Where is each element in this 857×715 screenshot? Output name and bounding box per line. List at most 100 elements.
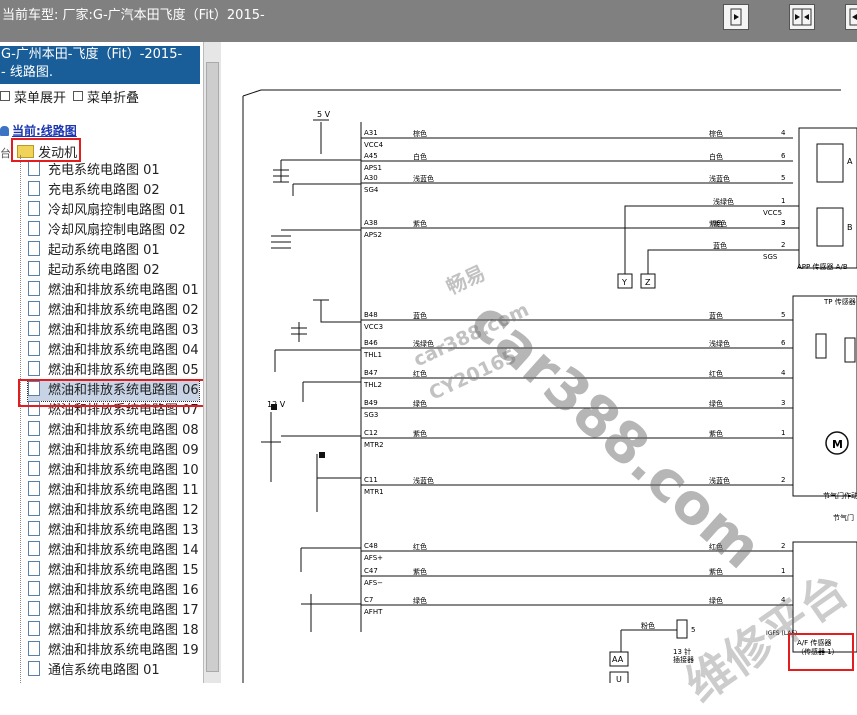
tree-item-label: 燃油和排放系统电路图 14 [48,543,199,558]
document-icon [28,661,40,676]
highlight-box-folder [11,138,81,162]
document-icon [28,161,40,176]
tree-item[interactable]: 燃油和排放系统电路图 11 [28,481,199,501]
pin-id-label: B49 [364,399,378,407]
tree-item[interactable]: 燃油和排放系统电路图 09 [28,441,199,461]
scrollbar-thumb[interactable] [206,62,219,672]
tree-item[interactable]: 冷却风扇控制电路图 02 [28,221,186,241]
split-view-button[interactable] [789,4,815,30]
tree-item[interactable]: 起动系统电路图 02 [28,261,160,281]
menu-collapse-button[interactable]: 菜单折叠 [73,87,139,106]
tree-item[interactable]: 燃油和排放系统电路图 15 [28,561,199,581]
document-icon [28,621,40,636]
tree-item[interactable]: 燃油和排放系统电路图 18 [28,621,199,641]
connector-pin-number: 2 [781,542,785,550]
tree-item[interactable]: 燃油和排放系统电路图 02 [28,301,199,321]
wire-color-left: 白色 [413,152,427,161]
tree-item[interactable]: 燃油和排放系统电路图 01 [28,281,199,301]
tree-item[interactable]: 燃油和排放系统电路图 13 [28,521,199,541]
tree-item-label: 起动系统电路图 01 [48,243,160,258]
connector-pin-number: 1 [781,567,785,575]
connector-y-label: Y [621,278,627,287]
pin-id-label: A31 [364,129,378,137]
pin-id-label: C47 [364,567,378,575]
tree-expander-icon: 台 [0,147,11,160]
tree-item[interactable]: 燃油和排放系统电路图 12 [28,501,199,521]
document-icon [28,561,40,576]
connector-pin-number: 2 [781,476,785,484]
tree-item[interactable]: 燃油和排放系统电路图 16 [28,581,199,601]
document-icon [28,361,40,376]
document-icon [28,521,40,536]
app-wire-pin: 2 [781,241,785,249]
document-icon [28,641,40,656]
tree-item-label: 燃油和排放系统电路图 04 [48,343,199,358]
panel-header: G-广州本田-飞度（Fit）-2015- - 线路图. [0,46,200,84]
wire-color-left: 棕色 [413,129,427,138]
signal-label: AFHT [364,608,383,616]
document-icon [28,461,40,476]
document-icon [28,221,40,236]
collapse-left-icon [849,8,857,26]
document-icon [28,261,40,276]
tree-item[interactable]: 燃油和排放系统电路图 08 [28,421,199,441]
wire-color-left: 红色 [413,369,427,378]
tree-guide-line [20,155,21,683]
menu-expand-label: 菜单展开 [14,91,67,106]
tree-item-label: 通信系统电路图 01 [48,663,160,678]
pin-id-label: B46 [364,339,378,347]
expand-right-icon [730,8,742,26]
tree-item[interactable]: 燃油和排放系统电路图 04 [28,341,199,361]
signal-label: APS1 [364,164,382,172]
tree-item[interactable]: 充电系统电路图 02 [28,181,160,201]
signal-label: MTR2 [364,441,384,449]
tp-sensor-box [792,295,857,497]
pin-id-label: B47 [364,369,378,377]
app-wire-color: 蓝色 [713,241,727,250]
signal-label: AFS− [364,579,383,587]
tree-item-label: 燃油和排放系统电路图 08 [48,423,199,438]
document-icon [28,341,40,356]
tree-item-label: 燃油和排放系统电路图 03 [48,323,199,338]
wire-color-right: 绿色 [709,596,723,605]
connector-aa-label: AA [612,655,624,664]
tree-item-label: 燃油和排放系统电路图 12 [48,503,199,518]
document-icon [28,501,40,516]
expand-icon [0,91,10,101]
tree-item[interactable]: 起动系统电路图 01 [28,241,160,261]
connector-pin-number: 5 [781,174,785,182]
tree-item[interactable]: 燃油和排放系统电路图 19 [28,641,199,661]
wire-color-left: 浅绿色 [413,339,434,348]
expand-right-button[interactable] [723,4,749,30]
signal-label: MTR1 [364,488,384,496]
signal-label: AFS+ [364,554,383,562]
signal-label: SG3 [364,411,378,419]
tree-item[interactable]: 冷却风扇控制电路图 01 [28,201,186,221]
tree-item[interactable]: 燃油和排放系统电路图 03 [28,321,199,341]
wire-color-right: 白色 [709,152,723,161]
tree-item[interactable]: 燃油和排放系统电路图 10 [28,461,199,481]
tree-item[interactable]: 燃油和排放系统电路图 05 [28,361,199,381]
app-a-label: A [847,157,853,166]
app-wire-signal: VCC5 [763,209,782,217]
tree-item-label: 燃油和排放系统电路图 05 [48,363,199,378]
document-icon [28,241,40,256]
tree-item-label: 充电系统电路图 01 [48,163,160,178]
tree-item[interactable]: 充电系统电路图 01 [28,161,160,181]
tree-item-label: 燃油和排放系统电路图 02 [48,303,199,318]
tree-item-label: 燃油和排放系统电路图 16 [48,583,199,598]
collapse-left-button[interactable] [845,4,857,30]
voltage-5v-label: 5 V [317,110,331,119]
app-wire-color: 紫色 [713,219,727,228]
tree-item[interactable]: 燃油和排放系统电路图 17 [28,601,199,621]
left-panel-scrollbar[interactable] [203,42,221,683]
pin-id-label: A38 [364,219,378,227]
panel-header-line2: - 线路图. [1,65,53,80]
tree-item[interactable]: 通信系统电路图 01 [28,661,160,681]
connector-pin-number: 3 [781,399,785,407]
menu-expand-button[interactable]: 菜单展开 [0,87,66,106]
tree-item[interactable]: 燃油和排放系统电路图 14 [28,541,199,561]
pin13-label1: 13 针 [673,647,691,656]
current-node-link[interactable]: 当前:线路图 [0,122,77,139]
document-icon [28,481,40,496]
